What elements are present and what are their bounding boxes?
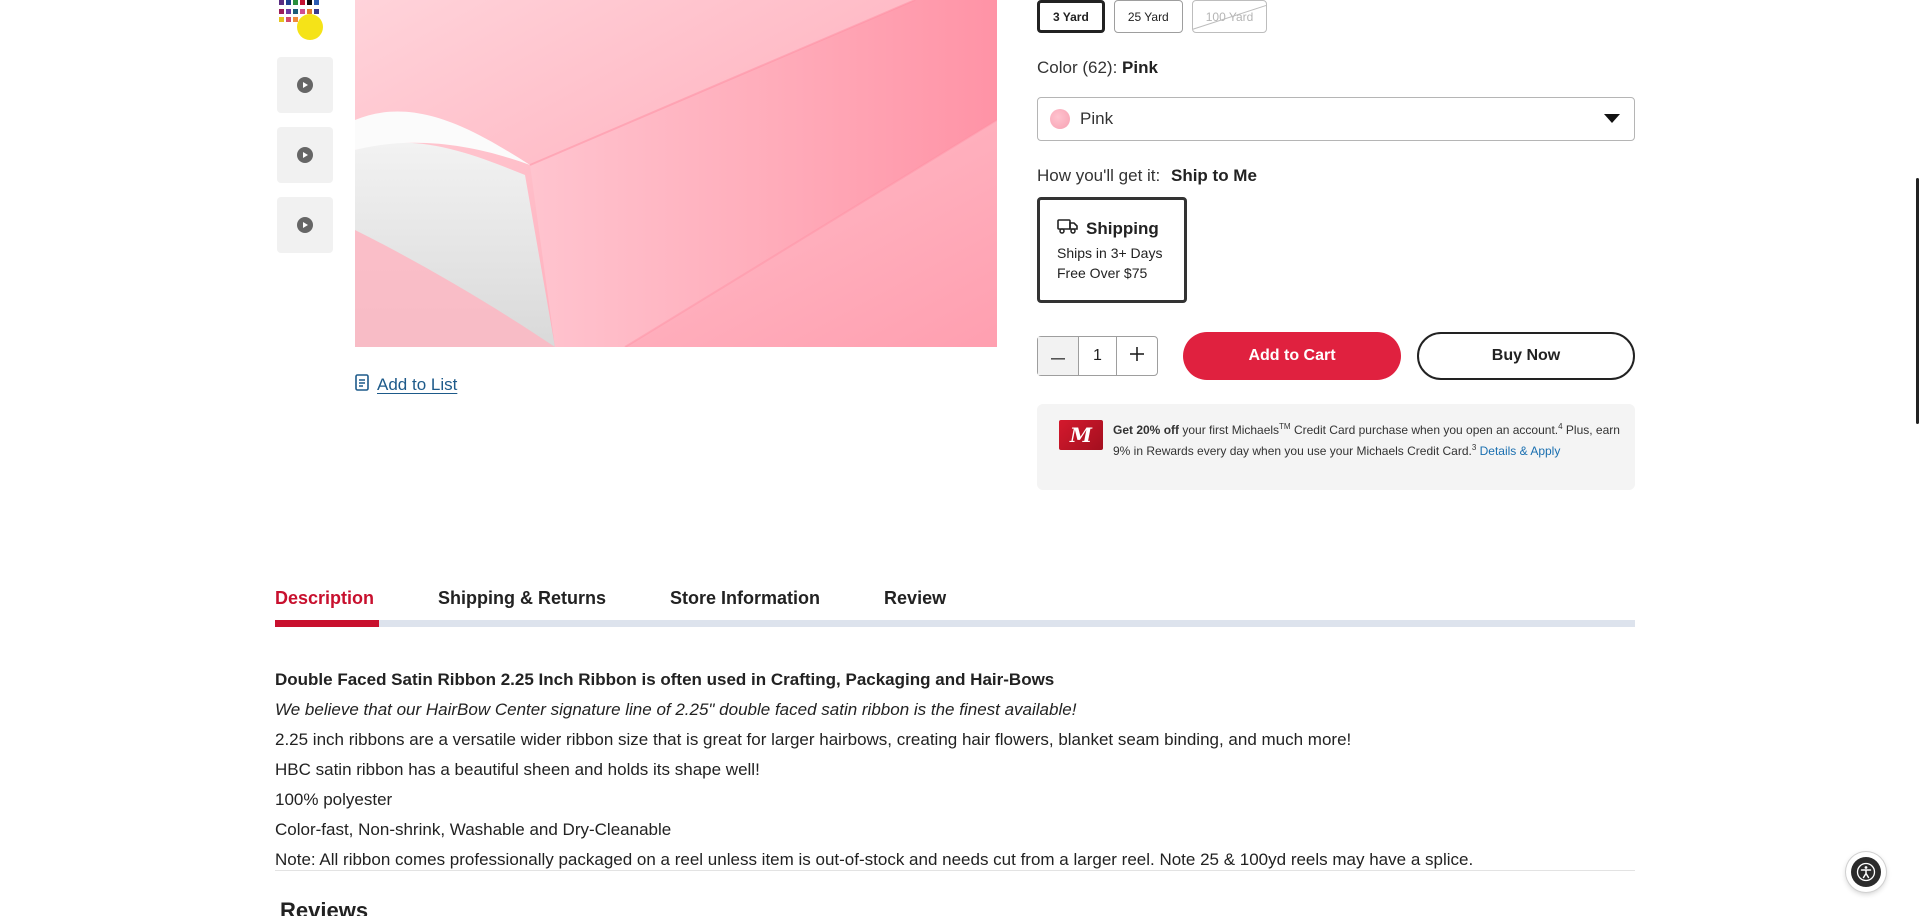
shipping-time: Ships in 3+ Days [1057,245,1163,261]
promo-tm: TM [1279,422,1291,431]
section-divider [275,870,1635,871]
list-icon [355,374,369,396]
description-line: 100% polyester [275,790,393,809]
add-to-list-label: Add to List [377,375,458,394]
credit-card-promo: M Get 20% off your first MichaelsTM Cred… [1037,404,1635,490]
truck-icon [1057,218,1079,239]
quantity-stepper: 1 [1037,336,1158,376]
play-icon [297,147,313,163]
page-scrollbar[interactable] [1915,0,1920,916]
color-label: Color (62): Pink [1037,58,1158,78]
size-option-100-yard[interactable]: 100 Yard [1191,0,1268,33]
shipping-title: Shipping [1057,218,1184,239]
credit-card-image: M [1059,420,1103,450]
tab-active-indicator [275,620,379,627]
promo-text-1: your first Michaels [1179,423,1280,437]
shipping-title-text: Shipping [1086,218,1159,238]
chevron-down-icon [1604,114,1620,123]
product-tabs: Description Shipping & Returns Store Inf… [275,588,1010,623]
description-content: Double Faced Satin Ribbon 2.25 Inch Ribb… [275,665,1635,875]
plus-icon [1130,346,1145,366]
play-icon [297,217,313,233]
swatch-yellow [297,14,323,40]
quantity-decrease-button[interactable] [1038,337,1078,375]
play-icon [297,77,313,93]
size-option-3-yard[interactable]: 3 Yard [1037,0,1105,33]
promo-footnote-3: 3 [1471,443,1477,452]
color-label-prefix: Color (62): [1037,58,1118,77]
color-select[interactable]: Pink [1037,97,1635,141]
fulfillment-label: How you'll get it: Ship to Me [1037,166,1257,186]
color-swatch [1050,109,1070,129]
accessibility-icon [1851,857,1881,887]
description-line: Color-fast, Non-shrink, Washable and Dry… [275,820,672,839]
shipping-option-card[interactable]: Shipping Ships in 3+ Days Free Over $75 [1037,197,1187,303]
buy-now-button[interactable]: Buy Now [1417,332,1635,380]
color-select-value: Pink [1080,109,1114,128]
add-to-cart-button[interactable]: Add to Cart [1183,332,1401,380]
fulfillment-selected: Ship to Me [1170,166,1257,185]
tab-track [275,620,1635,627]
add-to-list-link[interactable]: Add to List [355,374,457,396]
fulfillment-prompt: How you'll get it: [1037,166,1161,185]
details-apply-link[interactable]: Details & Apply [1480,444,1561,458]
shipping-free-threshold: Free Over $75 [1057,265,1148,281]
quantity-input[interactable]: 1 [1077,337,1118,375]
tab-store-information[interactable]: Store Information [670,588,820,623]
size-options: 3 Yard 25 Yard 100 Yard [1037,0,1268,33]
description-title: Double Faced Satin Ribbon 2.25 Inch Ribb… [275,670,1055,689]
video-thumbnail-3[interactable] [277,197,333,253]
quantity-increase-button[interactable] [1117,337,1157,375]
video-thumbnail-2[interactable] [277,127,333,183]
tab-shipping-returns[interactable]: Shipping & Returns [438,588,606,623]
scrollbar-thumb[interactable] [1916,178,1919,424]
description-line: 2.25 inch ribbons are a versatile wider … [275,730,1352,749]
minus-icon [1050,347,1065,365]
color-selected-name: Pink [1122,58,1158,77]
promo-headline: Get 20% off [1113,423,1180,437]
tab-description[interactable]: Description [275,588,374,623]
description-line: HBC satin ribbon has a beautiful sheen a… [275,760,760,779]
thumbnail-swatches[interactable] [277,0,333,44]
promo-text: Get 20% off your first MichaelsTM Credit… [1113,418,1623,460]
tab-review[interactable]: Review [884,588,946,623]
promo-text-2: Credit Card purchase when you open an ac… [1290,423,1559,437]
accessibility-button[interactable] [1846,852,1886,892]
description-tagline: We believe that our HairBow Center signa… [275,700,1077,719]
size-option-25-yard[interactable]: 25 Yard [1113,0,1183,33]
reviews-heading: Reviews [280,898,369,916]
product-image[interactable] [355,0,997,347]
video-thumbnail-1[interactable] [277,57,333,113]
